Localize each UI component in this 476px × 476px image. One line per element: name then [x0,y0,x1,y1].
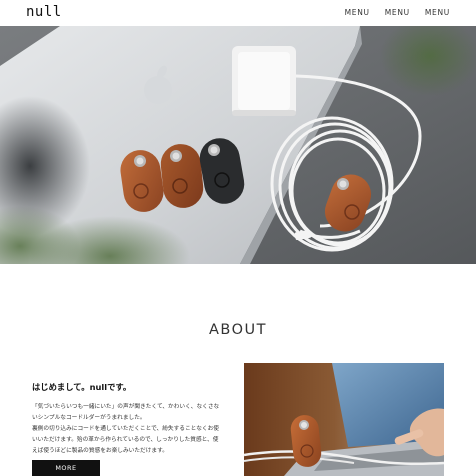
site-header: null MENU MENU MENU [0,0,476,26]
hero-image [0,26,476,264]
nav-menu-3[interactable]: MENU [425,8,450,17]
about-heading: はじめまして。nullです。 [32,382,132,392]
about-body-line: えば使うほどに製品の質感をお楽しみいただけます。 [32,448,168,454]
about-section-title: ABOUT [209,322,267,338]
about-photo-illustration [244,363,444,476]
about-body-text: 「気づいたらいつも一緒にいた」の声が聞きたくて、かわいく、なくさな いシンプルな… [32,402,230,457]
nav-menu-1[interactable]: MENU [345,8,370,17]
main-nav: MENU MENU MENU [345,8,450,17]
site-logo[interactable]: null [26,4,62,20]
hero-photo-illustration [0,26,476,264]
about-image [244,363,444,476]
about-body-line: いいただけます。殆の革から作られているので、しっかりした質感と、使 [32,437,219,443]
about-body-line: 「気づいたらいつも一緒にいた」の声が聞きたくて、かわいく、なくさな [32,404,220,410]
nav-menu-2[interactable]: MENU [385,8,410,17]
about-body-line: いシンプルなコードルダーがうまれました。 [32,415,146,421]
more-button[interactable]: MORE [32,460,100,476]
about-body-line: 裏側の切り込みにコードを通していただくことで、紛失することなくお使 [32,426,219,432]
